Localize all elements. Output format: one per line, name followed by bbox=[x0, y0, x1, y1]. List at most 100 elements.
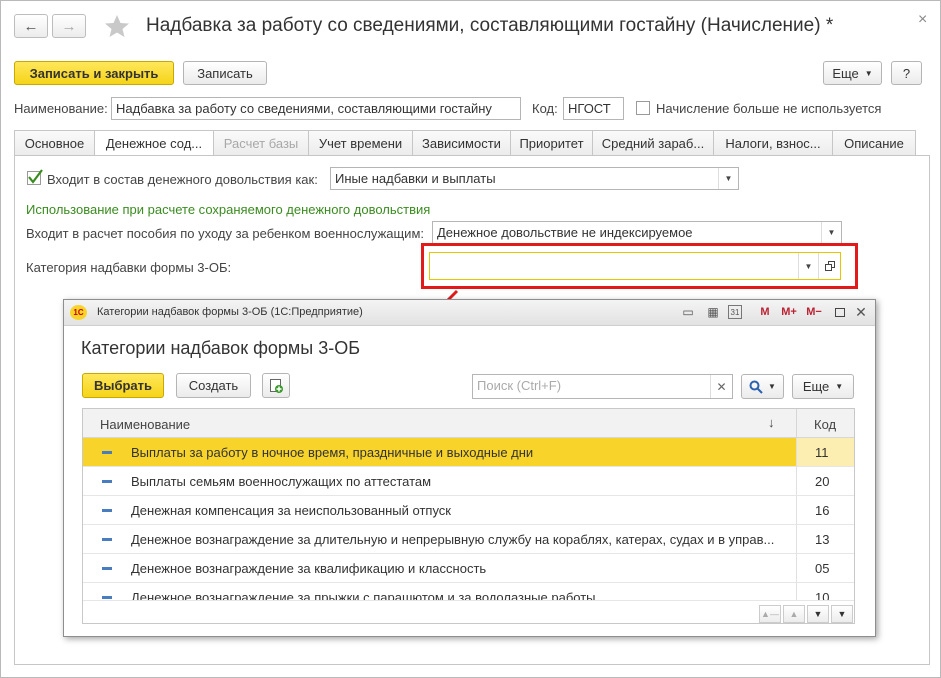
maximize-icon[interactable] bbox=[832, 304, 848, 320]
row-name: Денежное вознаграждение за длительную и … bbox=[131, 532, 775, 547]
dialog-titlebar: 1С Категории надбавок формы 3-ОБ (1С:Пре… bbox=[64, 300, 875, 326]
row-code: 13 bbox=[815, 532, 830, 547]
arrow-left-icon: ← bbox=[23, 17, 39, 35]
item-marker-icon bbox=[102, 596, 112, 599]
calendar-icon[interactable]: 31 bbox=[728, 305, 742, 319]
column-code-header[interactable]: Код bbox=[814, 417, 836, 432]
link-icon[interactable]: ▭ bbox=[680, 304, 696, 320]
dialog-window-title: Категории надбавок формы 3-ОБ (1С:Предпр… bbox=[97, 306, 363, 318]
save-button[interactable]: Записать bbox=[183, 61, 267, 85]
table-row[interactable]: Выплаты за работу в ночное время, праздн… bbox=[83, 438, 854, 467]
code-input[interactable]: НГОСТ bbox=[563, 97, 624, 120]
code-label: Код: bbox=[532, 101, 558, 116]
section-title: Использование при расчете сохраняемого д… bbox=[26, 202, 431, 217]
arrow-right-icon: → bbox=[61, 17, 77, 35]
more-label: Еще bbox=[802, 379, 830, 394]
chevron-down-icon: ▼ bbox=[768, 382, 776, 391]
close-icon[interactable]: ✕ bbox=[853, 304, 869, 320]
category-label: Категория надбавки формы 3-ОБ: bbox=[26, 260, 232, 275]
chevron-down-icon: ▼ bbox=[864, 68, 873, 78]
name-label: Наименование: bbox=[14, 101, 108, 116]
table-row[interactable]: Денежное вознаграждение за длительную и … bbox=[83, 525, 854, 554]
item-marker-icon bbox=[102, 509, 112, 512]
tab-base-calc: Расчет базы bbox=[214, 130, 309, 156]
copy-add-button[interactable] bbox=[262, 373, 290, 398]
item-marker-icon bbox=[102, 567, 112, 570]
add-document-icon bbox=[270, 378, 283, 393]
app-logo-icon: 1С bbox=[70, 305, 87, 320]
row-name: Выплаты семьям военнослужащих по аттеста… bbox=[131, 474, 432, 489]
save-and-close-button[interactable]: Записать и закрыть bbox=[14, 61, 174, 85]
name-input[interactable]: Надбавка за работу со сведениями, состав… bbox=[111, 97, 521, 120]
dropdown-arrow-icon[interactable]: ▼ bbox=[718, 168, 738, 189]
clear-search-icon[interactable]: ✕ bbox=[710, 375, 732, 398]
tab-main[interactable]: Основное bbox=[14, 130, 95, 156]
item-marker-icon bbox=[102, 480, 112, 483]
search-button[interactable]: ▼ bbox=[741, 374, 784, 399]
code-header-cell: Код bbox=[796, 409, 854, 438]
tab-average-earnings[interactable]: Средний зараб... bbox=[593, 130, 714, 156]
category-table: Наименование ↓ Код Выплаты за работу в н… bbox=[82, 408, 855, 624]
table-header: Наименование ↓ Код bbox=[83, 409, 854, 438]
item-marker-icon bbox=[102, 451, 112, 454]
include-select[interactable]: Иные надбавки и выплаты ▼ bbox=[330, 167, 739, 190]
more-menu-button[interactable]: Еще ▼ bbox=[792, 374, 854, 399]
favorite-star-icon[interactable] bbox=[104, 14, 130, 38]
include-value: Иные надбавки и выплаты bbox=[335, 171, 496, 186]
memory-m-icon[interactable]: M bbox=[757, 304, 773, 320]
scroll-bottom-icon[interactable]: ▼ bbox=[831, 605, 853, 623]
close-icon[interactable]: × bbox=[918, 11, 927, 29]
calculator-icon[interactable]: ▦ bbox=[705, 304, 721, 320]
scroll-down-icon[interactable]: ▼ bbox=[807, 605, 829, 623]
row-code: 16 bbox=[815, 503, 830, 518]
sort-arrow-icon[interactable]: ↓ bbox=[768, 415, 775, 430]
tab-taxes[interactable]: Налоги, взнос... bbox=[714, 130, 833, 156]
tab-description[interactable]: Описание bbox=[833, 130, 916, 156]
dialog-heading: Категории надбавок формы 3-ОБ bbox=[81, 338, 361, 358]
forward-button[interactable]: → bbox=[52, 14, 86, 38]
column-name-header[interactable]: Наименование bbox=[100, 417, 190, 432]
include-checkbox[interactable] bbox=[27, 169, 43, 185]
table-row[interactable]: Денежное вознаграждение за квалификацию … bbox=[83, 554, 854, 583]
table-row[interactable]: Выплаты семьям военнослужащих по аттеста… bbox=[83, 467, 854, 496]
more-menu-button[interactable]: Еще ▼ bbox=[823, 61, 882, 85]
tab-dependencies[interactable]: Зависимости bbox=[413, 130, 511, 156]
create-button[interactable]: Создать bbox=[176, 373, 251, 398]
item-marker-icon bbox=[102, 538, 112, 541]
tab-time-tracking[interactable]: Учет времени bbox=[309, 130, 413, 156]
row-name: Выплаты за работу в ночное время, праздн… bbox=[131, 445, 534, 460]
back-button[interactable]: ← bbox=[14, 14, 48, 38]
window-title: Надбавка за работу со сведениями, состав… bbox=[146, 15, 834, 36]
benefit-select[interactable]: Денежное довольствие не индексируемое ▼ bbox=[432, 221, 842, 244]
scroll-up-icon[interactable]: ▲ bbox=[783, 605, 805, 623]
table-footer: ▲― ▲ ▼ ▼ bbox=[83, 600, 854, 623]
memory-minus-icon[interactable]: M− bbox=[803, 304, 825, 320]
memory-plus-icon[interactable]: M+ bbox=[778, 304, 800, 320]
more-label: Еще bbox=[832, 65, 859, 81]
benefit-label: Входит в расчет пособия по уходу за ребе… bbox=[26, 226, 424, 241]
chevron-down-icon: ▼ bbox=[835, 382, 844, 391]
tab-bar: Основное Денежное сод... Расчет базы Уче… bbox=[14, 130, 916, 156]
row-code: 20 bbox=[815, 474, 830, 489]
row-name: Денежная компенсация за неиспользованный… bbox=[131, 503, 451, 518]
tab-priority[interactable]: Приоритет bbox=[511, 130, 593, 156]
row-name: Денежное вознаграждение за квалификацию … bbox=[131, 561, 487, 576]
search-input[interactable]: Поиск (Ctrl+F) ✕ bbox=[472, 374, 733, 399]
include-label: Входит в состав денежного довольствия ка… bbox=[47, 172, 318, 187]
table-row[interactable]: Денежная компенсация за неиспользованный… bbox=[83, 496, 854, 525]
search-icon bbox=[749, 380, 763, 394]
dropdown-arrow-icon[interactable]: ▼ bbox=[821, 222, 841, 243]
benefit-value: Денежное довольствие не индексируемое bbox=[437, 225, 693, 240]
row-code: 05 bbox=[815, 561, 830, 576]
row-code: 11 bbox=[815, 445, 829, 460]
not-used-checkbox[interactable] bbox=[636, 101, 650, 115]
category-dialog: 1С Категории надбавок формы 3-ОБ (1С:Пре… bbox=[63, 299, 876, 637]
not-used-label: Начисление больше не используется bbox=[656, 101, 882, 116]
help-button[interactable]: ? bbox=[891, 61, 922, 85]
main-window: ← → Надбавка за работу со сведениями, со… bbox=[0, 0, 941, 678]
select-button[interactable]: Выбрать bbox=[82, 373, 164, 398]
highlight-box bbox=[421, 243, 858, 289]
checkmark-icon bbox=[27, 169, 43, 185]
scroll-top-icon[interactable]: ▲― bbox=[759, 605, 781, 623]
tab-allowance[interactable]: Денежное сод... bbox=[95, 130, 214, 156]
